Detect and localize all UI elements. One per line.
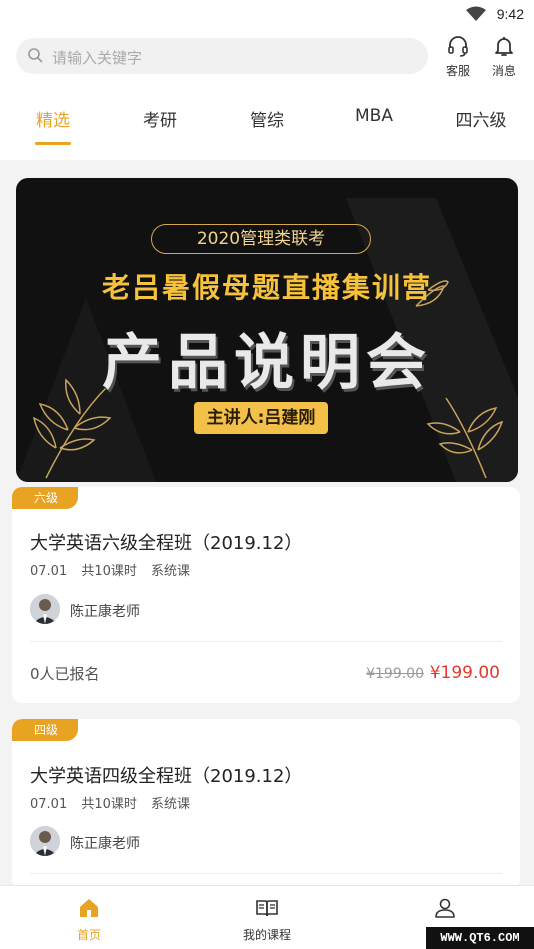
- original-price: ¥199.00: [366, 666, 424, 682]
- bell-icon: [495, 37, 513, 56]
- course-meta: 07.01 共10课时 系统课: [30, 793, 200, 812]
- card-divider: [30, 873, 502, 874]
- home-icon: [80, 899, 98, 917]
- course-lessons: 共10课时: [81, 564, 137, 579]
- course-lessons: 共10课时: [81, 797, 137, 812]
- book-icon: [256, 900, 278, 917]
- course-meta: 07.01 共10课时 系统课: [30, 560, 200, 579]
- search-bar[interactable]: 请输入关键字: [16, 38, 428, 74]
- course-level-badge: 六级: [12, 487, 78, 509]
- top-header: 请输入关键字 客服 消息: [0, 30, 534, 90]
- course-type: 系统课: [151, 564, 191, 579]
- user-icon: [435, 898, 455, 918]
- customer-service-label: 客服: [445, 64, 470, 78]
- tab-cet[interactable]: 四六级: [456, 106, 507, 131]
- active-tab-indicator: [35, 142, 71, 145]
- nav-profile[interactable]: [405, 896, 485, 926]
- wifi-icon: [466, 6, 486, 21]
- headset-icon: [448, 36, 468, 57]
- enrolled-count: 0人已报名: [30, 665, 100, 683]
- site-watermark: WWW.QT6.COM: [426, 927, 534, 949]
- customer-service-button[interactable]: 客服: [436, 34, 480, 79]
- search-icon: [28, 48, 43, 63]
- teacher-avatar: [30, 594, 60, 624]
- course-level-badge: 四级: [12, 719, 78, 741]
- banner-speaker: 主讲人:吕建刚: [194, 402, 328, 434]
- course-card[interactable]: 四级 大学英语四级全程班（2019.12） 07.01 共10课时 系统课 陈正…: [12, 719, 520, 889]
- tab-management[interactable]: 管综: [250, 106, 284, 131]
- banner-subtitle: 老吕暑假母题直播集训营: [101, 271, 432, 304]
- nav-home[interactable]: 首页: [49, 896, 129, 943]
- search-placeholder: 请输入关键字: [52, 49, 143, 67]
- teacher-name: 陈正康老师: [70, 836, 140, 852]
- card-divider: [30, 641, 502, 642]
- messages-label: 消息: [491, 64, 516, 78]
- nav-home-label: 首页: [76, 928, 101, 942]
- banner-title: 产品说明会: [102, 328, 432, 398]
- current-price: ¥199.00: [429, 663, 500, 683]
- banner-exam-pill: 2020管理类联考: [151, 224, 371, 254]
- teacher-name: 陈正康老师: [70, 604, 140, 620]
- category-tabs: 精选 考研 管综 MBA 四六级: [0, 90, 534, 160]
- tab-mba[interactable]: MBA: [355, 106, 393, 126]
- tab-postgrad[interactable]: 考研: [143, 106, 177, 131]
- nav-my-courses-label: 我的课程: [242, 928, 291, 942]
- course-title: 大学英语四级全程班（2019.12）: [30, 766, 303, 787]
- promo-banner[interactable]: 2020管理类联考 老吕暑假母题直播集训营 产品说明会 主讲人:吕建刚: [16, 178, 518, 482]
- course-date: 07.01: [30, 797, 68, 812]
- teacher-avatar: [30, 826, 60, 856]
- course-card[interactable]: 六级 大学英语六级全程班（2019.12） 07.01 共10课时 系统课 陈正…: [12, 487, 520, 703]
- messages-button[interactable]: 消息: [482, 34, 526, 79]
- status-time: 9:42: [496, 6, 524, 22]
- nav-my-courses[interactable]: 我的课程: [227, 896, 307, 943]
- status-bar: 9:42: [0, 0, 534, 30]
- course-date: 07.01: [30, 564, 68, 579]
- course-type: 系统课: [151, 797, 191, 812]
- course-title: 大学英语六级全程班（2019.12）: [30, 533, 303, 554]
- tab-featured[interactable]: 精选: [36, 106, 70, 131]
